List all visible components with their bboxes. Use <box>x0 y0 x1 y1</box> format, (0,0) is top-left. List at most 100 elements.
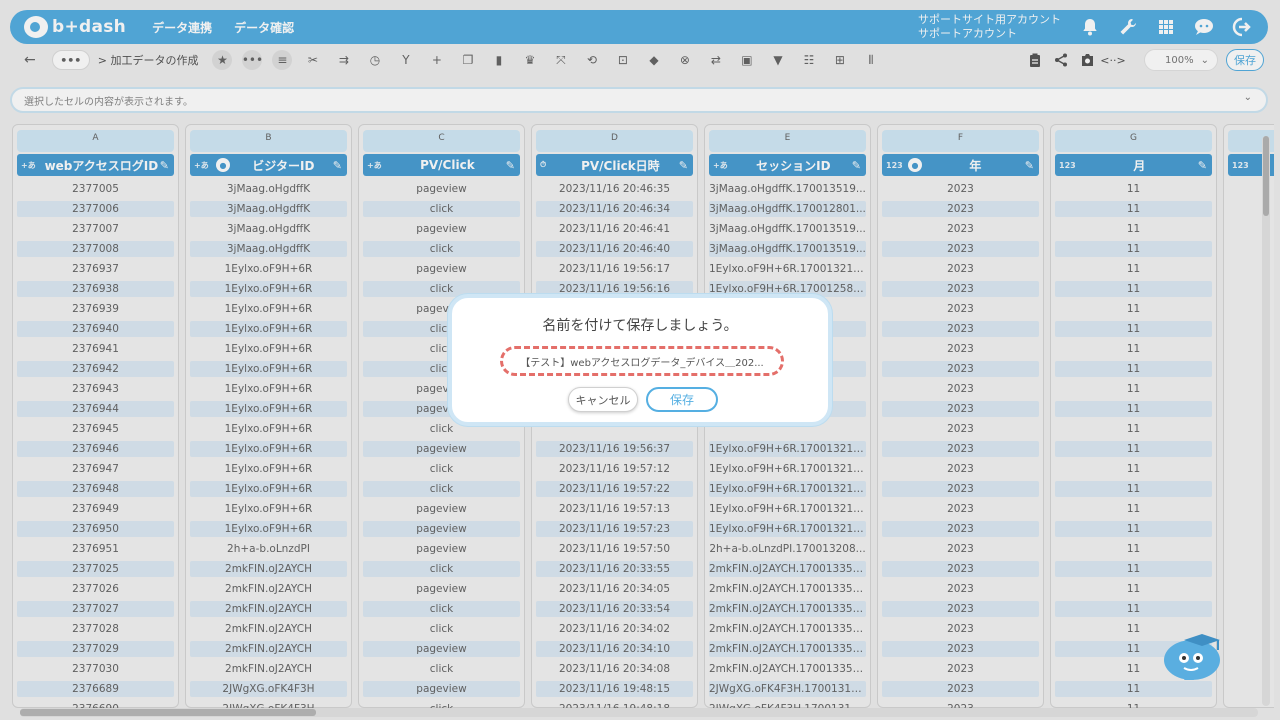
column-header[interactable]: 123 月 ✎ <box>1055 154 1212 176</box>
table-cell[interactable]: 2023 <box>882 601 1039 617</box>
table-cell[interactable]: 2023/11/16 20:34:02 <box>536 621 693 637</box>
table-cell[interactable]: 2023 <box>882 401 1039 417</box>
table-cell[interactable]: pageview <box>363 681 520 697</box>
table-cell[interactable]: 3jMaag.oHgdffK.170012801... <box>709 201 866 217</box>
column-header[interactable]: ⏱ PV/Click日時 ✎ <box>536 154 693 176</box>
table-cell[interactable]: click <box>363 461 520 477</box>
table-cell[interactable]: pageview <box>363 501 520 517</box>
table-cell[interactable]: 2mkFIN.oJ2AYCH <box>190 581 347 597</box>
column-letter[interactable]: D <box>536 130 693 152</box>
table-cell[interactable]: 11 <box>1055 321 1212 337</box>
table-cell[interactable]: 2377026 <box>17 581 174 597</box>
cell-content-bar[interactable]: 選択したセルの内容が表示されます。 ⌄ <box>10 87 1268 113</box>
table-cell[interactable]: 2023 <box>882 201 1039 217</box>
table-cell[interactable]: 11 <box>1055 181 1212 197</box>
mascot-icon[interactable] <box>1162 628 1226 686</box>
table-cell[interactable]: 2377028 <box>17 621 174 637</box>
edit-pencil-icon[interactable]: ✎ <box>506 159 515 172</box>
nav-data-check[interactable]: データ確認 <box>234 19 294 36</box>
table-cell[interactable]: 2376949 <box>17 501 174 517</box>
table-cell[interactable]: 2mkFIN.oJ2AYCH <box>190 661 347 677</box>
table-cell[interactable]: 2377027 <box>17 601 174 617</box>
plus-icon[interactable]: + <box>424 49 449 71</box>
table-cell[interactable]: pageview <box>363 441 520 457</box>
table-cell[interactable]: 2mkFIN.oJ2AYCH <box>190 561 347 577</box>
table-cell[interactable]: 2376943 <box>17 381 174 397</box>
table-cell[interactable]: 1Eylxo.oF9H+6R <box>190 521 347 537</box>
table-cell[interactable]: 2mkFIN.oJ2AYCH <box>190 641 347 657</box>
table-cell[interactable]: 11 <box>1055 241 1212 257</box>
crown-icon[interactable]: ♛ <box>517 49 542 71</box>
box-icon[interactable]: ◆ <box>641 49 666 71</box>
table-cell[interactable]: 2376946 <box>17 441 174 457</box>
table-cell[interactable]: 2023 <box>882 561 1039 577</box>
table-cell[interactable]: 2023/11/16 20:46:41 <box>536 221 693 237</box>
table-cell[interactable]: click <box>363 561 520 577</box>
table-cell[interactable]: 2376941 <box>17 341 174 357</box>
table-cell[interactable]: 2376945 <box>17 421 174 437</box>
column-letter[interactable]: B <box>190 130 347 152</box>
table-cell[interactable]: 2023 <box>882 661 1039 677</box>
table-cell[interactable]: 2023 <box>882 381 1039 397</box>
table-cell[interactable]: 11 <box>1055 541 1212 557</box>
lock-icon[interactable]: ⊡ <box>610 49 635 71</box>
table-cell[interactable]: 1Eylxo.oF9H+6R <box>190 281 347 297</box>
expand-icon[interactable]: ⤧ <box>548 49 573 71</box>
table-cell[interactable]: 11 <box>1055 421 1212 437</box>
table-cell[interactable]: 2023 <box>882 241 1039 257</box>
table-cell[interactable]: 2376948 <box>17 481 174 497</box>
table-cell[interactable]: 3jMaag.oHgdffK.170013519... <box>709 181 866 197</box>
table-cell[interactable]: pageview <box>363 521 520 537</box>
filter-icon[interactable]: ▼ <box>765 49 790 71</box>
table-cell[interactable]: 1Eylxo.oF9H+6R.170013217... <box>709 441 866 457</box>
edit-pencil-icon[interactable]: ✎ <box>1025 159 1034 172</box>
column-letter[interactable]: G <box>1055 130 1212 152</box>
table-cell[interactable]: 2023 <box>882 281 1039 297</box>
table-cell[interactable]: 2023/11/16 19:57:22 <box>536 481 693 497</box>
table-cell[interactable]: 11 <box>1055 481 1212 497</box>
table-cell[interactable]: click <box>363 481 520 497</box>
table-cell[interactable]: 2376938 <box>17 281 174 297</box>
table-cell[interactable]: 2JWgXG.oFK4F3H.17001316... <box>709 681 866 697</box>
table-cell[interactable]: 2023/11/16 20:46:40 <box>536 241 693 257</box>
column-letter[interactable]: A <box>17 130 174 152</box>
table-cell[interactable]: 11 <box>1055 361 1212 377</box>
table-cell[interactable]: 1Eylxo.oF9H+6R <box>190 401 347 417</box>
account-info[interactable]: サポートサイト用アカウント サポートアカウント <box>918 13 1061 41</box>
column-letter[interactable]: F <box>882 130 1039 152</box>
swap-icon[interactable]: ⇄ <box>703 49 728 71</box>
table-cell[interactable]: 2023/11/16 19:48:15 <box>536 681 693 697</box>
scrollbar-thumb[interactable] <box>20 709 316 716</box>
table-cell[interactable]: 2023 <box>882 261 1039 277</box>
table-cell[interactable]: 1Eylxo.oF9H+6R <box>190 421 347 437</box>
table-cell[interactable]: 11 <box>1055 601 1212 617</box>
table-cell[interactable]: 2023/11/16 19:48:18 <box>536 701 693 708</box>
grid-icon[interactable] <box>1154 16 1178 38</box>
horizontal-scrollbar[interactable] <box>20 708 1258 717</box>
table-cell[interactable]: 1Eylxo.oF9H+6R <box>190 261 347 277</box>
table-cell[interactable]: 2023/11/16 20:34:10 <box>536 641 693 657</box>
table-cell[interactable]: 2mkFIN.oJ2AYCH.170013355... <box>709 621 866 637</box>
table-cell[interactable]: 11 <box>1055 521 1212 537</box>
table-cell[interactable]: 1Eylxo.oF9H+6R.170013217... <box>709 461 866 477</box>
table-cell[interactable]: pageview <box>363 261 520 277</box>
table-cell[interactable]: 11 <box>1055 701 1212 708</box>
table-cell[interactable]: 2023 <box>882 341 1039 357</box>
table-cell[interactable]: 2h+a-b.oLnzdPI <box>190 541 347 557</box>
table-cell[interactable]: 2023 <box>882 581 1039 597</box>
table-cell[interactable]: 3jMaag.oHgdffK.170013519... <box>709 221 866 237</box>
frame-icon[interactable]: ▣ <box>734 49 759 71</box>
table-icon[interactable]: ⊞ <box>827 49 852 71</box>
table-cell[interactable]: 2023 <box>882 181 1039 197</box>
table-cell[interactable]: 2023/11/16 20:34:08 <box>536 661 693 677</box>
table-cell[interactable]: 11 <box>1055 401 1212 417</box>
table-cell[interactable]: 2023 <box>882 621 1039 637</box>
table-cell[interactable]: 2377006 <box>17 201 174 217</box>
table-cell[interactable]: 2mkFIN.oJ2AYCH.170013355... <box>709 601 866 617</box>
table-cell[interactable]: 1Eylxo.oF9H+6R <box>190 441 347 457</box>
trash-icon[interactable]: ▮ <box>486 49 511 71</box>
table-cell[interactable]: 1Eylxo.oF9H+6R.170013217... <box>709 501 866 517</box>
table-cell[interactable]: 3jMaag.oHgdffK <box>190 241 347 257</box>
table-cell[interactable]: click <box>363 241 520 257</box>
code-icon[interactable]: <··> <box>1100 50 1125 70</box>
